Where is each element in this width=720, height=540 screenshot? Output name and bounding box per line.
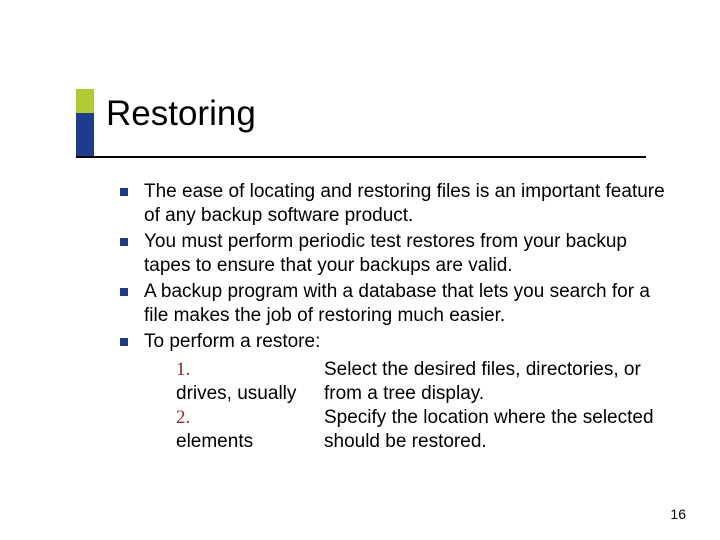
square-bullet-icon (120, 338, 128, 346)
page-number: 16 (670, 506, 686, 522)
step-right-text: from a tree display. (324, 382, 666, 406)
bullet-item: A backup program with a database that le… (106, 280, 666, 328)
accent-bar (76, 89, 94, 157)
bullet-item: The ease of locating and restoring files… (106, 180, 666, 228)
bullet-list: The ease of locating and restoring files… (106, 180, 666, 354)
step-row: 2. Specify the location where the select… (176, 406, 666, 430)
square-bullet-icon (120, 238, 128, 246)
accent-bar-top (76, 89, 94, 113)
slide-title: Restoring (106, 94, 256, 134)
step-right-text: should be restored. (324, 430, 666, 454)
bullet-text: A backup program with a database that le… (144, 281, 650, 326)
slide: Restoring The ease of locating and resto… (0, 0, 720, 540)
step-left: 2. (176, 406, 324, 430)
bullet-text: To perform a restore: (144, 331, 320, 352)
step-left-extra: elements (176, 430, 324, 454)
step-right-text: Select the desired files, directories, o… (324, 358, 666, 382)
bullet-text: You must perform periodic test restores … (144, 231, 627, 276)
step-left: 1. (176, 358, 324, 382)
step-row: 1. Select the desired files, directories… (176, 358, 666, 382)
step-number: 2. (176, 407, 190, 428)
step-left-extra: drives, usually (176, 382, 324, 406)
title-underline (76, 156, 646, 158)
bullet-item: To perform a restore: (106, 330, 666, 354)
step-row: elements should be restored. (176, 430, 666, 454)
step-row: drives, usually from a tree display. (176, 382, 666, 406)
square-bullet-icon (120, 188, 128, 196)
step-right-text: Specify the location where the selected (324, 406, 666, 430)
step-number: 1. (176, 359, 190, 380)
bullet-item: You must perform periodic test restores … (106, 230, 666, 278)
slide-body: The ease of locating and restoring files… (106, 180, 666, 454)
accent-bar-bottom (76, 113, 94, 157)
square-bullet-icon (120, 288, 128, 296)
steps-block: 1. Select the desired files, directories… (176, 358, 666, 454)
bullet-text: The ease of locating and restoring files… (144, 181, 665, 226)
